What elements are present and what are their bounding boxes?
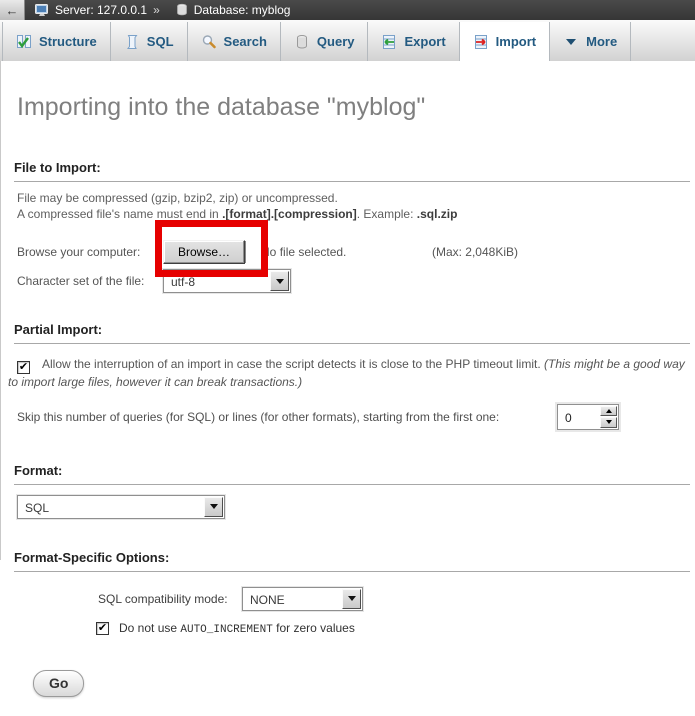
browse-row: Browse your computer: Browse… No file se… bbox=[14, 239, 690, 265]
compression-info: File may be compressed (gzip, bzip2, zip… bbox=[14, 190, 690, 222]
check-icon: ✔ bbox=[98, 622, 107, 633]
autoinc-label: Do not use AUTO_INCREMENT for zero value… bbox=[119, 621, 355, 636]
highlight-annotation bbox=[155, 220, 268, 277]
sql-icon bbox=[124, 34, 140, 50]
format-dropdown-button[interactable] bbox=[204, 497, 223, 517]
info-line2-mid: . Example: bbox=[357, 207, 417, 221]
check-icon: ✔ bbox=[19, 361, 28, 372]
spinner-buttons bbox=[600, 406, 617, 428]
chevron-down-icon bbox=[276, 279, 284, 284]
tab-search[interactable]: Search bbox=[188, 22, 281, 61]
info-line2: A compressed file's name must end in .[f… bbox=[17, 206, 690, 222]
skip-queries-input[interactable]: 0 bbox=[557, 404, 619, 430]
section-file-to-import: File to Import: bbox=[14, 161, 690, 182]
autoinc-suffix: for zero values bbox=[273, 621, 355, 635]
structure-icon bbox=[16, 34, 32, 50]
no-file-text: No file selected. bbox=[261, 245, 346, 259]
tab-label: SQL bbox=[147, 34, 174, 49]
section-format: Format: bbox=[14, 464, 690, 485]
compat-select[interactable]: NONE bbox=[242, 587, 363, 611]
max-size-text: (Max: 2,048KiB) bbox=[432, 245, 518, 259]
breadcrumb-separator: » bbox=[153, 3, 160, 17]
tab-label: Import bbox=[496, 34, 536, 49]
compat-selected-value: NONE bbox=[243, 588, 341, 610]
import-icon bbox=[473, 34, 489, 50]
tab-structure[interactable]: Structure bbox=[2, 22, 111, 61]
section-format-options: Format-Specific Options: bbox=[14, 551, 690, 572]
skip-label: Skip this number of queries (for SQL) or… bbox=[17, 410, 499, 424]
chevron-down-icon bbox=[606, 420, 612, 424]
charset-label: Character set of the file: bbox=[17, 274, 163, 288]
tab-label: Export bbox=[404, 34, 445, 49]
server-icon bbox=[34, 2, 50, 18]
spin-up-button[interactable] bbox=[600, 406, 617, 417]
go-row: Go bbox=[14, 670, 690, 697]
chevron-down-icon bbox=[210, 504, 218, 509]
info-line2-prefix: A compressed file's name must end in bbox=[17, 207, 222, 221]
compat-label: SQL compatibility mode: bbox=[98, 592, 242, 606]
page-title: Importing into the database "myblog" bbox=[17, 92, 690, 122]
tab-export[interactable]: Export bbox=[368, 22, 459, 61]
format-row: SQL bbox=[14, 495, 690, 519]
back-button[interactable]: ← bbox=[0, 0, 25, 20]
tab-label: More bbox=[586, 34, 617, 49]
charset-row: Character set of the file: utf-8 bbox=[14, 268, 690, 294]
chevron-down-icon bbox=[348, 596, 356, 601]
breadcrumb-database[interactable]: Database: myblog bbox=[194, 3, 291, 17]
skip-row: Skip this number of queries (for SQL) or… bbox=[14, 404, 690, 430]
autoinc-row: ✔ Do not use AUTO_INCREMENT for zero val… bbox=[14, 621, 690, 636]
format-select[interactable]: SQL bbox=[17, 495, 225, 519]
interrupt-option: ✔ Allow the interruption of an import in … bbox=[8, 356, 692, 391]
interrupt-checkbox[interactable]: ✔ bbox=[17, 361, 30, 374]
chevron-down-icon bbox=[563, 34, 579, 50]
tab-import[interactable]: Import bbox=[460, 22, 550, 61]
info-line1: File may be compressed (gzip, bzip2, zip… bbox=[17, 190, 690, 206]
skip-queries-value: 0 bbox=[558, 405, 599, 429]
tab-more[interactable]: More bbox=[550, 22, 631, 61]
autoinc-code: AUTO_INCREMENT bbox=[180, 624, 272, 636]
go-button[interactable]: Go bbox=[33, 670, 84, 697]
browse-label: Browse your computer: bbox=[17, 245, 163, 259]
compat-row: SQL compatibility mode: NONE bbox=[14, 587, 690, 611]
tab-label: Structure bbox=[39, 34, 97, 49]
format-example-text: .sql.zip bbox=[417, 207, 458, 221]
autoinc-checkbox[interactable]: ✔ bbox=[96, 622, 109, 635]
main-content: Importing into the database "myblog" Fil… bbox=[0, 92, 695, 697]
search-icon bbox=[201, 34, 217, 50]
format-pattern-text: .[format].[compression] bbox=[222, 207, 357, 221]
spin-down-button[interactable] bbox=[600, 417, 617, 428]
export-icon bbox=[381, 34, 397, 50]
query-icon bbox=[294, 34, 310, 50]
tab-query[interactable]: Query bbox=[281, 22, 369, 61]
tab-label: Search bbox=[224, 34, 267, 49]
database-icon bbox=[175, 3, 189, 17]
format-selected-value: SQL bbox=[18, 496, 203, 518]
autoinc-prefix: Do not use bbox=[119, 621, 180, 635]
charset-dropdown-button[interactable] bbox=[270, 271, 289, 291]
breadcrumb-server[interactable]: Server: 127.0.0.1 bbox=[55, 3, 147, 17]
tab-sql[interactable]: SQL bbox=[111, 22, 188, 61]
chevron-up-icon bbox=[606, 409, 612, 413]
tab-bar: Structure SQL Search Query Export Import… bbox=[0, 20, 695, 61]
interrupt-label: Allow the interruption of an import in c… bbox=[8, 357, 685, 389]
content-left-border bbox=[0, 61, 1, 560]
compat-dropdown-button[interactable] bbox=[342, 589, 361, 609]
tab-label: Query bbox=[317, 34, 355, 49]
breadcrumb-bar: ← Server: 127.0.0.1 » Database: myblog bbox=[0, 0, 695, 20]
interrupt-text: Allow the interruption of an import in c… bbox=[42, 357, 541, 371]
section-partial-import: Partial Import: bbox=[14, 323, 690, 344]
